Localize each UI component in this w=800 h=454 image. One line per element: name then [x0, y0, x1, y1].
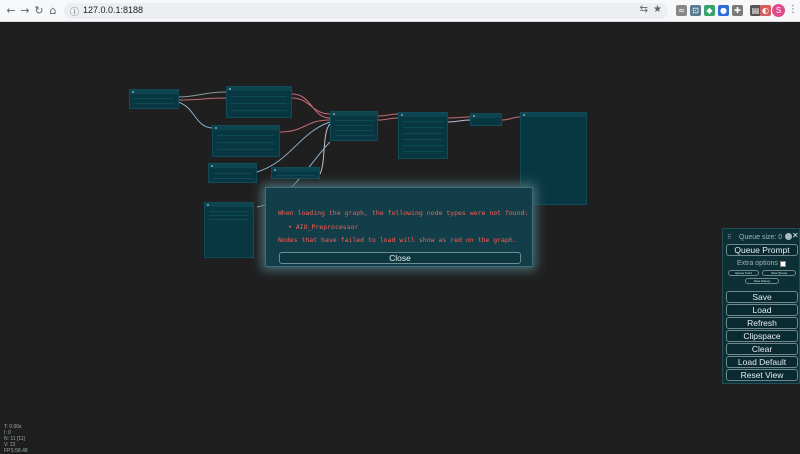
extra-options-label: Extra options — [737, 260, 778, 267]
graph-node[interactable] — [208, 163, 257, 183]
comfy-menu: ⠿ Queue size: 0 ✕ Queue Prompt Extra opt… — [722, 228, 800, 384]
queue-size: Queue size: 0 — [739, 234, 783, 241]
graph-node[interactable] — [398, 112, 448, 159]
graph-node[interactable] — [129, 89, 179, 109]
missing-node-item: • AIO_Preprocessor — [288, 223, 359, 231]
settings-gear-icon[interactable] — [785, 233, 792, 240]
graph-node[interactable] — [470, 113, 502, 126]
refresh-button[interactable]: Refresh — [726, 317, 798, 329]
extension-icon[interactable]: ≈ — [676, 5, 687, 16]
home-icon[interactable]: ⌂ — [46, 4, 60, 18]
view-queue-button[interactable]: View Queue — [762, 270, 796, 276]
extension-icon[interactable]: ◆ — [704, 5, 715, 16]
reset-view-button[interactable]: Reset View — [726, 369, 798, 381]
extension-icon[interactable]: ◐ — [760, 5, 771, 16]
browser-menu-icon[interactable]: ⋮ — [788, 4, 798, 15]
forward-icon[interactable]: → — [18, 4, 32, 18]
queue-prompt-button[interactable]: Queue Prompt — [726, 244, 798, 256]
clipspace-button[interactable]: Clipspace — [726, 330, 798, 342]
save-button[interactable]: Save — [726, 291, 798, 303]
site-info-icon[interactable]: ⓘ — [70, 5, 79, 18]
extension-icon[interactable]: ✚ — [732, 5, 743, 16]
extension-icon[interactable]: ⊡ — [690, 5, 701, 16]
drag-handle-icon[interactable]: ⠿ — [727, 234, 731, 241]
view-history-button[interactable]: View History — [745, 278, 779, 284]
dialog-note: Nodes that have failed to load will show… — [278, 236, 517, 244]
graph-node[interactable] — [212, 125, 280, 157]
profile-avatar[interactable]: S — [772, 4, 785, 17]
load-button[interactable]: Load — [726, 304, 798, 316]
address-bar[interactable]: ⓘ 127.0.0.1:8188 ⇆ ★ — [64, 3, 668, 19]
extension-icon[interactable]: ● — [718, 5, 729, 16]
canvas-stats: T: 0.00s I: 0 N: 11 [11] V: 22 FPS:58.48 — [4, 424, 28, 454]
reload-icon[interactable]: ↻ — [32, 4, 46, 18]
graph-node[interactable] — [330, 111, 378, 141]
bookmark-star-icon[interactable]: ★ — [653, 4, 662, 15]
back-icon[interactable]: ← — [4, 4, 18, 18]
graph-node[interactable] — [271, 167, 320, 179]
dialog-message: When loading the graph, the following no… — [278, 209, 529, 217]
load-default-button[interactable]: Load Default — [726, 356, 798, 368]
translate-icon[interactable]: ⇆ — [640, 4, 648, 15]
clear-button[interactable]: Clear — [726, 343, 798, 355]
close-button[interactable]: Close — [279, 252, 521, 264]
browser-toolbar: ← → ↻ ⌂ ⓘ 127.0.0.1:8188 ⇆ ★ ≈ ⊡ ◆ ● ✚ ▤ ◐ S ⋮ — [0, 0, 800, 22]
extra-options-checkbox[interactable] — [780, 261, 786, 267]
stat-fps: FPS:58.48 — [4, 448, 28, 454]
url-text[interactable]: 127.0.0.1:8188 — [83, 5, 143, 15]
missing-nodes-dialog: When loading the graph, the following no… — [265, 187, 533, 267]
close-menu-icon[interactable]: ✕ — [792, 231, 799, 240]
graph-node[interactable] — [226, 86, 292, 118]
graph-node[interactable] — [204, 202, 254, 258]
queue-front-button[interactable]: Queue Front — [728, 270, 759, 276]
